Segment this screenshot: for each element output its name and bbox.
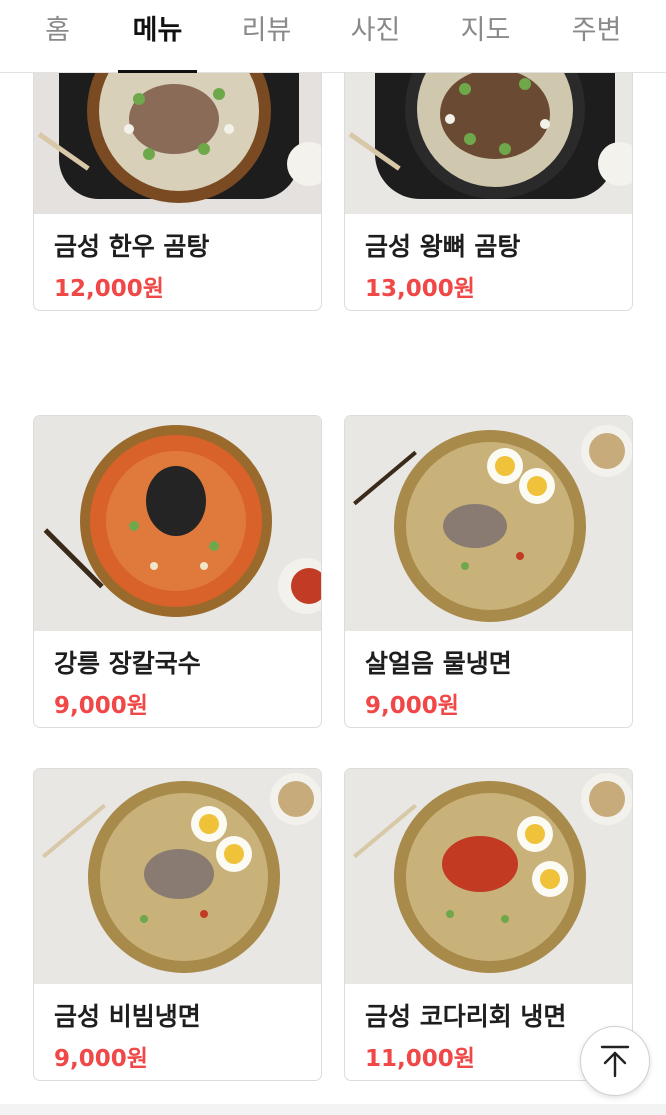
menu-price: 12,000원: [54, 276, 164, 302]
scroll-to-top-button[interactable]: [580, 1026, 650, 1096]
menu-photo: [345, 416, 632, 631]
menu-card-kodarihoe-naengmyeon[interactable]: 금성 코다리회 냉면 11,000원: [344, 768, 633, 1081]
menu-card-jangkalguksu[interactable]: 강릉 장칼국수 9,000원: [33, 415, 322, 728]
active-tab-indicator: [118, 70, 197, 73]
tab-label: 지도: [460, 15, 511, 46]
tab-label: 홈: [45, 15, 70, 46]
menu-grid: 금성 한우 곰탕 12,000원 금성 왕뼈 곰탕 13,000원 강릉 장칼국…: [0, 0, 666, 1115]
menu-name: 금성 한우 곰탕: [54, 232, 210, 261]
menu-price: 11,000원: [365, 1046, 475, 1072]
tab-photos[interactable]: 사진: [320, 0, 431, 72]
menu-price: 9,000원: [54, 1046, 148, 1072]
menu-price: 9,000원: [365, 693, 459, 719]
arrow-up-to-top-icon: [600, 1045, 630, 1078]
bottom-divider: [0, 1104, 666, 1115]
menu-card-mulnaengmyeon[interactable]: 살얼음 물냉면 9,000원: [344, 415, 633, 728]
tab-menu[interactable]: 메뉴: [102, 0, 213, 73]
tab-nearby[interactable]: 주변: [541, 0, 652, 72]
tab-reviews[interactable]: 리뷰: [211, 0, 322, 72]
menu-name: 금성 비빔냉면: [54, 1002, 201, 1031]
menu-photo: [345, 769, 632, 984]
tab-label: 메뉴: [132, 15, 183, 46]
menu-name: 강릉 장칼국수: [54, 649, 201, 678]
tab-map[interactable]: 지도: [430, 0, 541, 72]
menu-card-bibimnaengmyeon[interactable]: 금성 비빔냉면 9,000원: [33, 768, 322, 1081]
menu-price: 13,000원: [365, 276, 475, 302]
menu-name: 살얼음 물냉면: [365, 649, 512, 678]
tab-label: 리뷰: [241, 15, 292, 46]
menu-price: 9,000원: [54, 693, 148, 719]
tab-label: 사진: [350, 15, 401, 46]
tab-bar: 홈 메뉴 리뷰 사진 지도 주변: [0, 0, 666, 73]
menu-photo: [34, 769, 321, 984]
menu-name: 금성 왕뼈 곰탕: [365, 232, 521, 261]
tab-home[interactable]: 홈: [2, 0, 113, 72]
menu-name: 금성 코다리회 냉면: [365, 1002, 567, 1031]
menu-photo: [34, 416, 321, 631]
tab-label: 주변: [571, 15, 622, 46]
